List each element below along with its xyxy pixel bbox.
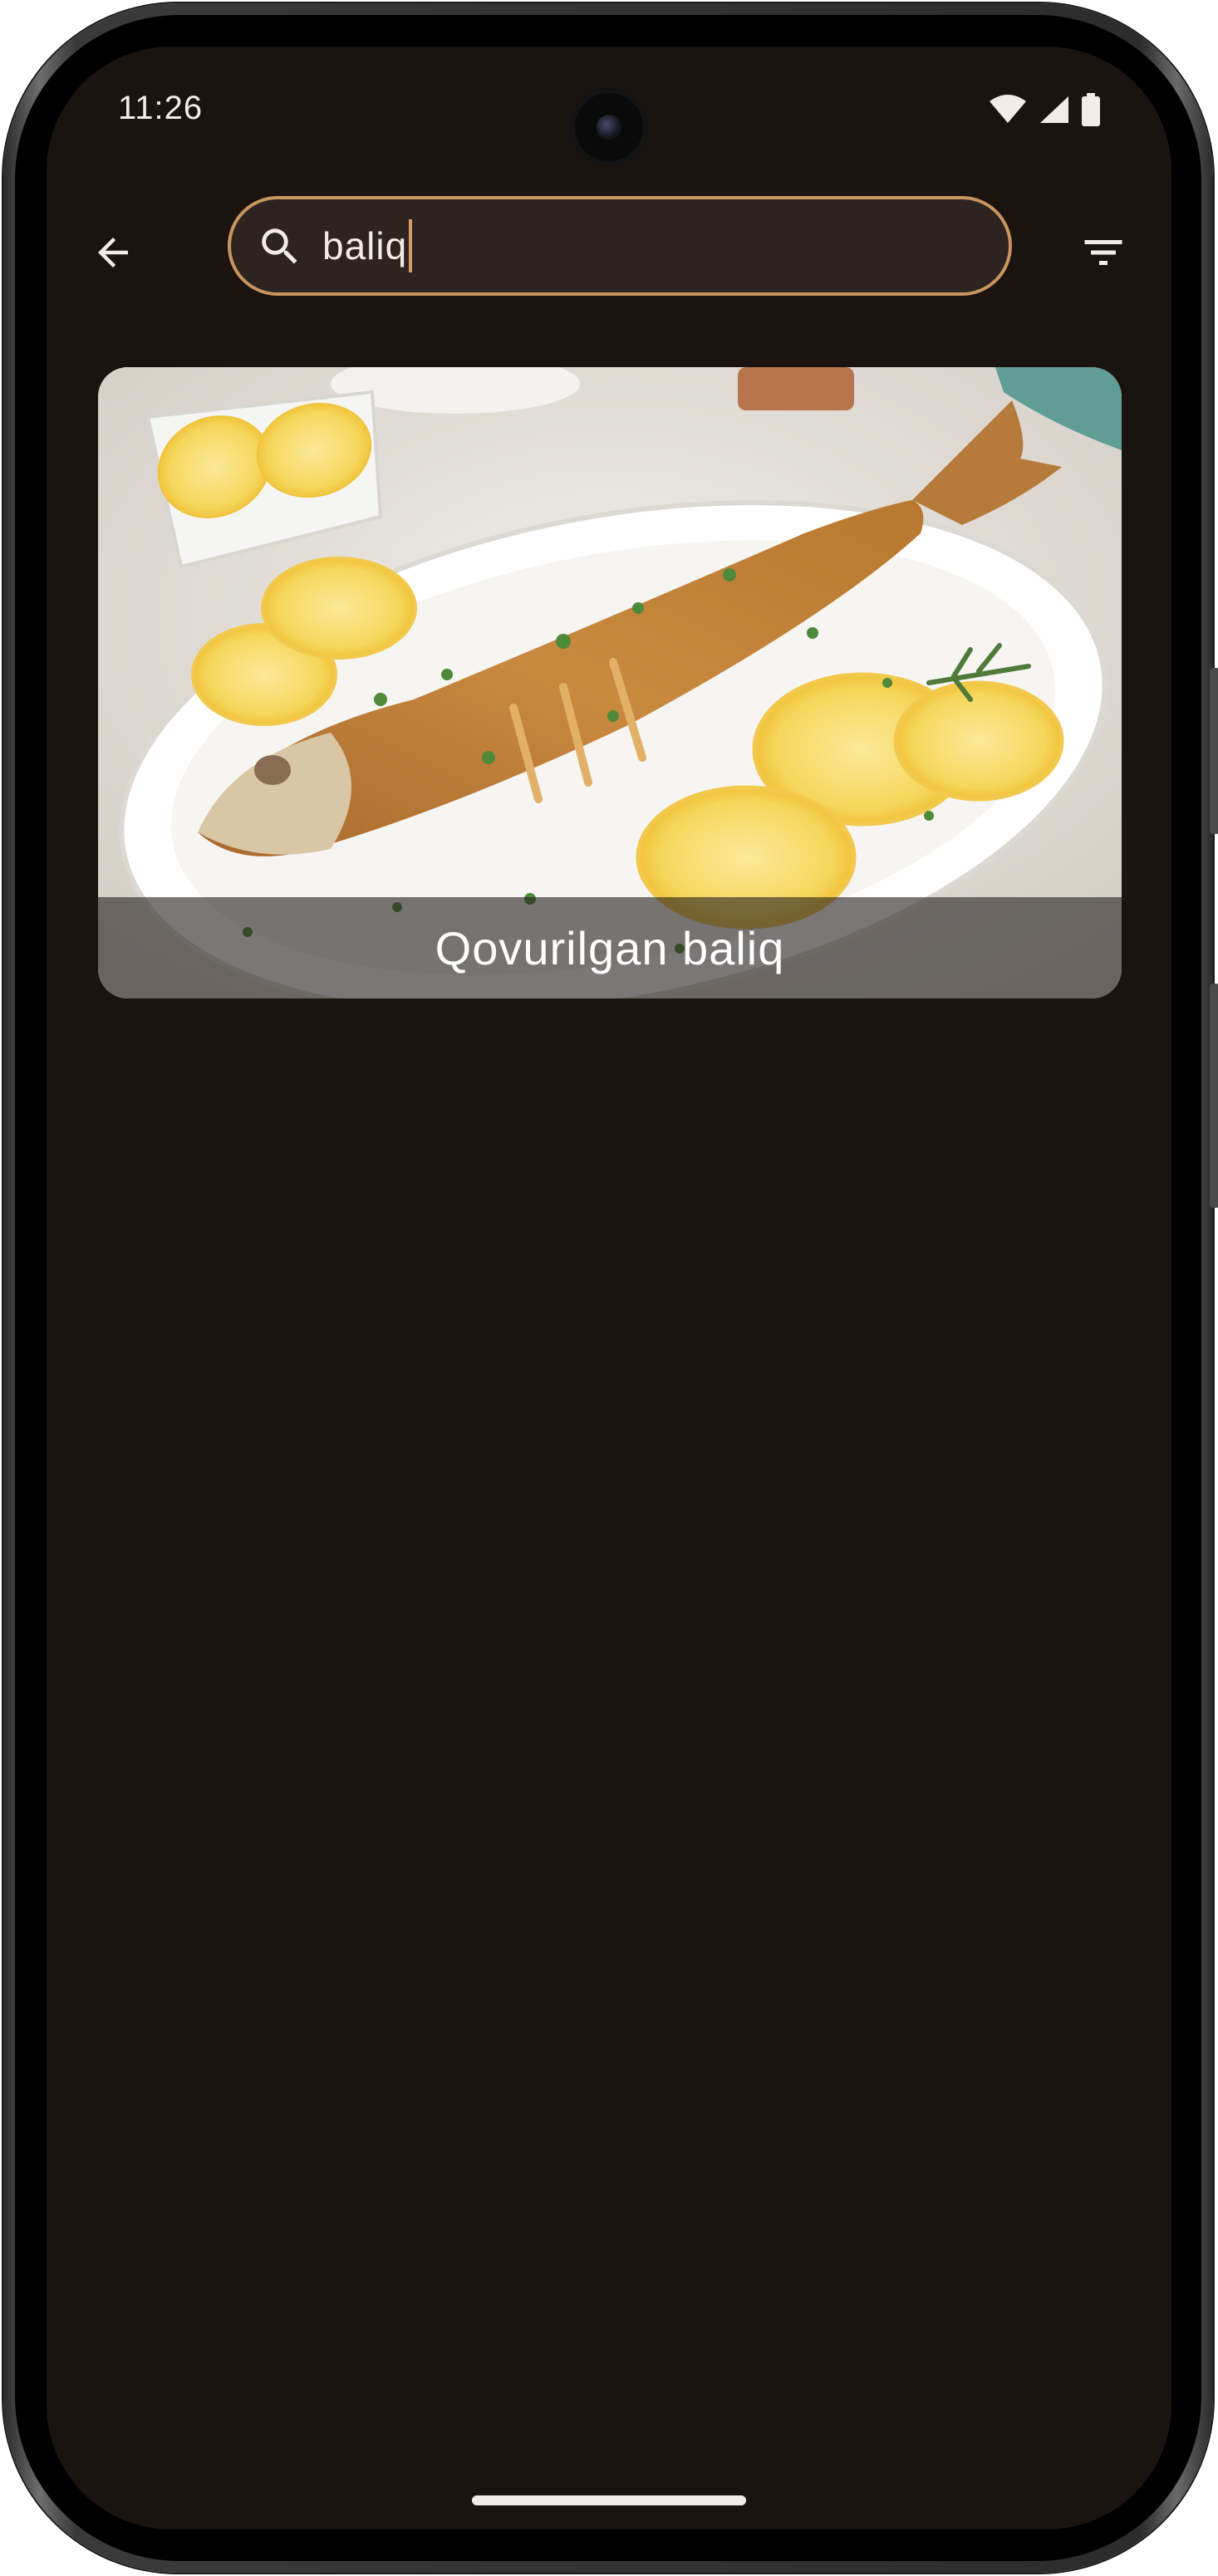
back-button[interactable] xyxy=(80,221,146,287)
signal-icon xyxy=(1039,95,1070,125)
search-query-text: baliq xyxy=(322,219,413,276)
arrow-left-icon xyxy=(91,230,135,279)
search-input[interactable]: baliq xyxy=(228,196,1012,296)
search-value: baliq xyxy=(322,224,408,268)
wifi-icon xyxy=(989,95,1027,125)
status-bar: 11:26 xyxy=(47,47,1171,171)
battery-icon xyxy=(1082,93,1100,126)
recipe-title: Qovurilgan baliq xyxy=(435,921,785,974)
filter-button[interactable] xyxy=(1068,219,1138,289)
status-icons xyxy=(989,93,1100,126)
power-button xyxy=(1210,984,1218,1208)
search-toolbar: baliq xyxy=(47,196,1171,304)
app-screen: 11:26 baliq Qovurilgan baliq xyxy=(47,47,1171,2529)
card-caption-bar: Qovurilgan baliq xyxy=(98,897,1122,999)
status-time: 11:26 xyxy=(118,90,204,126)
recipe-card[interactable]: Qovurilgan baliq xyxy=(98,367,1122,999)
text-cursor xyxy=(409,219,413,272)
filter-icon xyxy=(1078,228,1128,282)
volume-button xyxy=(1210,668,1218,834)
search-icon xyxy=(256,223,304,275)
home-indicator[interactable] xyxy=(472,2495,746,2505)
front-camera xyxy=(570,88,648,166)
